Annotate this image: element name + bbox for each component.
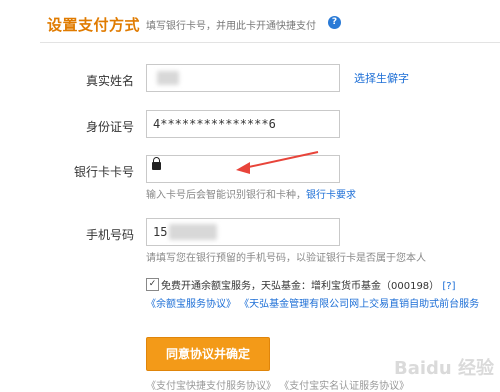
agreement-help-link[interactable]: [?]: [442, 281, 455, 292]
agreement-text: 免费开通余额宝服务，天弘基金：增利宝货币基金（000198） [?]: [161, 277, 456, 292]
phone-value: 15: [153, 225, 168, 239]
phone-hint: 请填写您在银行预留的手机号码，以验证银行卡是否属于您本人: [146, 253, 426, 264]
submit-button[interactable]: 同意协议并确定: [146, 337, 270, 371]
bottom-agreement-links[interactable]: 《支付宝快捷支付服务协议》 《支付宝实名认证服务协议》: [146, 377, 409, 392]
watermark: Baidu 经验: [393, 358, 494, 379]
phone-label: 手机号码: [85, 228, 134, 242]
agreement-links[interactable]: 《余额宝服务协议》 《天弘基金管理有限公司网上交易直销自助式前台服务: [146, 295, 479, 310]
agreement-text-body: 免费开通余额宝服务，天弘基金：增利宝货币基金（000198）: [161, 281, 440, 292]
phone-field[interactable]: 15: [146, 218, 340, 246]
phone-redacted: [169, 224, 217, 240]
arrow-annotation: [236, 151, 319, 174]
yuebao-checkbox[interactable]: ✓: [146, 278, 159, 291]
